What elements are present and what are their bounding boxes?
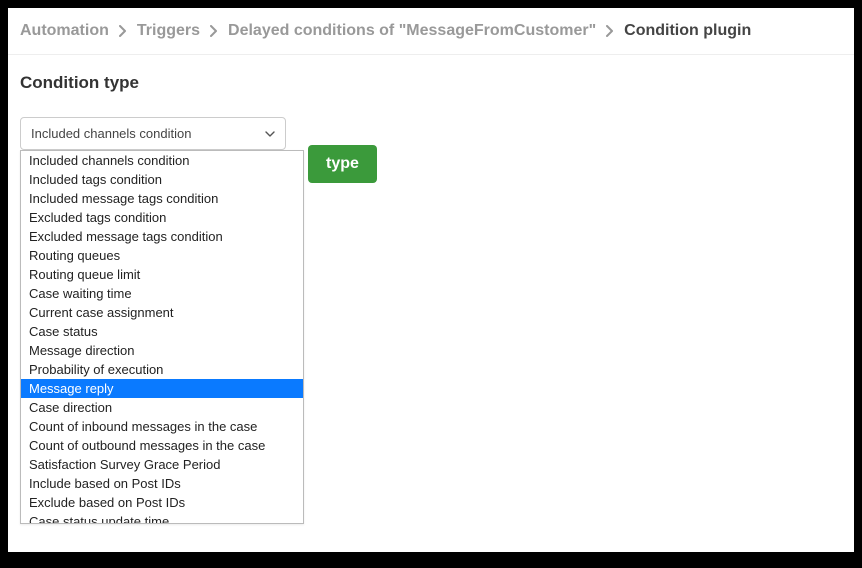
- dropdown-option[interactable]: Count of outbound messages in the case: [21, 436, 303, 455]
- chevron-down-icon: [265, 131, 275, 137]
- dropdown-option[interactable]: Included channels condition: [21, 151, 303, 170]
- dropdown-option[interactable]: Message reply: [21, 379, 303, 398]
- chevron-right-icon: [119, 25, 127, 37]
- dropdown-option[interactable]: Satisfaction Survey Grace Period: [21, 455, 303, 474]
- breadcrumb-delayed-conditions[interactable]: Delayed conditions of "MessageFromCustom…: [228, 22, 596, 40]
- condition-type-select[interactable]: Included channels condition: [20, 117, 286, 150]
- type-button[interactable]: type: [308, 145, 377, 183]
- dropdown-option[interactable]: Count of inbound messages in the case: [21, 417, 303, 436]
- chevron-right-icon: [606, 25, 614, 37]
- dropdown-option[interactable]: Current case assignment: [21, 303, 303, 322]
- breadcrumb-automation[interactable]: Automation: [20, 22, 109, 40]
- dropdown-option[interactable]: Excluded message tags condition: [21, 227, 303, 246]
- breadcrumb-triggers[interactable]: Triggers: [137, 22, 200, 40]
- dropdown-option[interactable]: Include based on Post IDs: [21, 474, 303, 493]
- dropdown-option[interactable]: Message direction: [21, 341, 303, 360]
- dropdown-option[interactable]: Exclude based on Post IDs: [21, 493, 303, 512]
- dropdown-option[interactable]: Case status update time: [21, 512, 303, 523]
- section-title: Condition type: [20, 73, 842, 93]
- dropdown-list[interactable]: Included channels conditionIncluded tags…: [21, 151, 303, 523]
- breadcrumb: Automation Triggers Delayed conditions o…: [8, 8, 854, 55]
- dropdown-option[interactable]: Included message tags condition: [21, 189, 303, 208]
- condition-type-dropdown: Included channels conditionIncluded tags…: [20, 150, 304, 524]
- dropdown-option[interactable]: Case status: [21, 322, 303, 341]
- dropdown-option[interactable]: Case waiting time: [21, 284, 303, 303]
- dropdown-option[interactable]: Case direction: [21, 398, 303, 417]
- select-current-value: Included channels condition: [31, 126, 191, 141]
- dropdown-option[interactable]: Probability of execution: [21, 360, 303, 379]
- dropdown-option[interactable]: Excluded tags condition: [21, 208, 303, 227]
- dropdown-option[interactable]: Routing queues: [21, 246, 303, 265]
- dropdown-option[interactable]: Routing queue limit: [21, 265, 303, 284]
- breadcrumb-condition-plugin: Condition plugin: [624, 22, 751, 40]
- dropdown-option[interactable]: Included tags condition: [21, 170, 303, 189]
- chevron-right-icon: [210, 25, 218, 37]
